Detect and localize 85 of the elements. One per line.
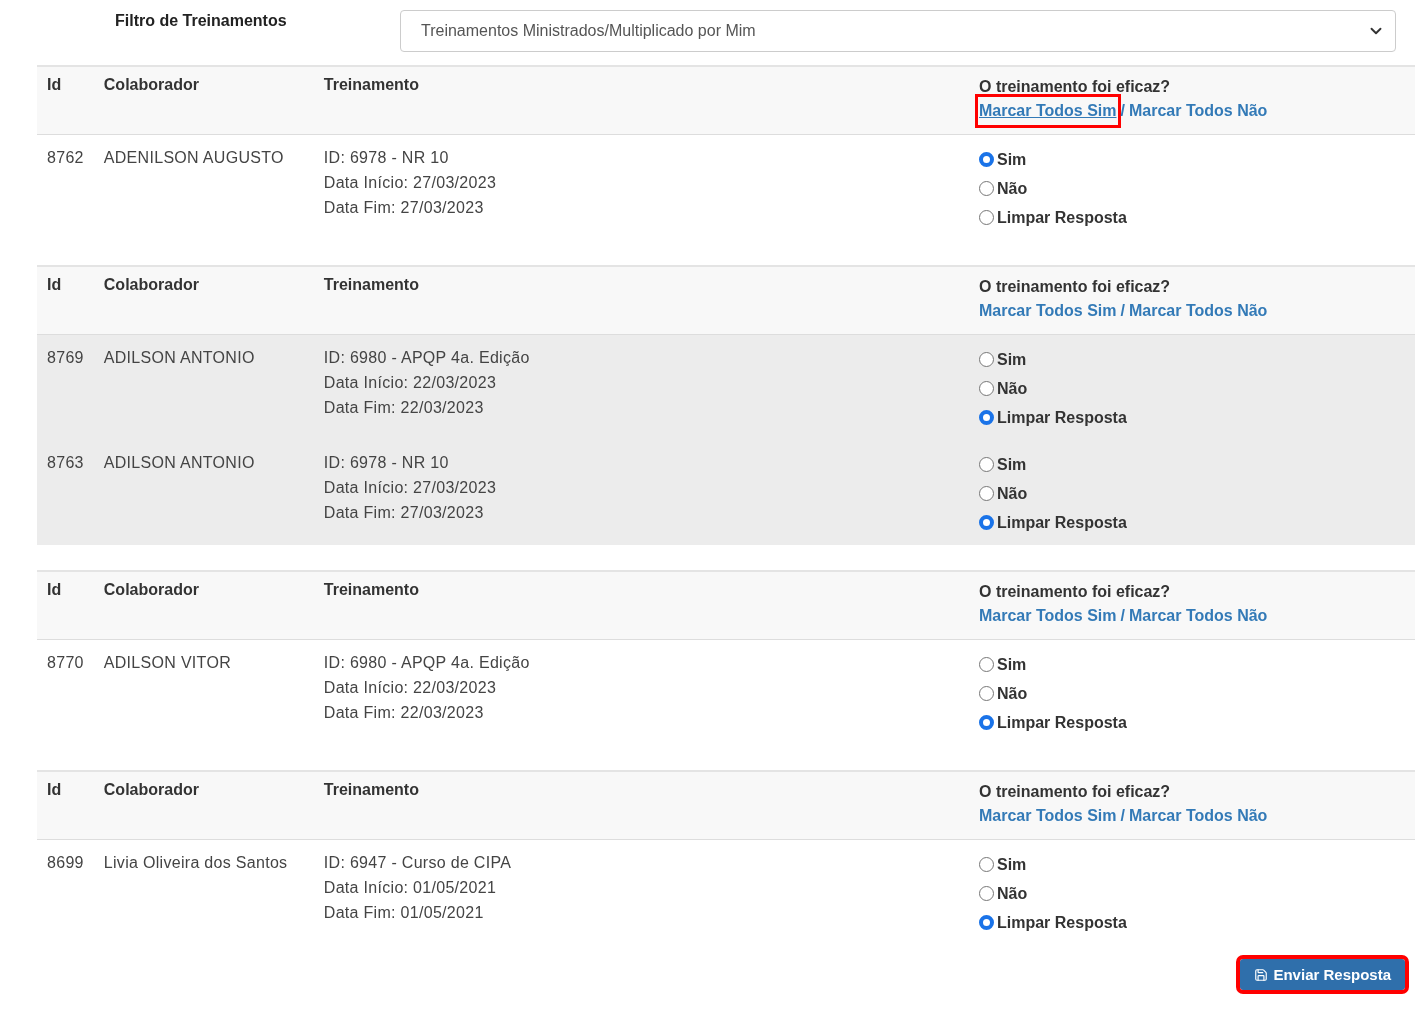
id-cell: 8763 [47, 454, 84, 471]
id-cell: 8769 [47, 349, 84, 366]
link-separator: / [1120, 101, 1125, 121]
mark-all-no-link[interactable]: Marcar Todos Não [1128, 298, 1268, 324]
radio-button[interactable] [979, 410, 994, 425]
training-detail: Data Início: 01/05/2021 [323, 878, 498, 898]
training-detail: Data Início: 22/03/2023 [323, 678, 498, 698]
link-separator: / [1120, 606, 1125, 626]
training-detail: ID: 6980 - APQP 4a. Edição [323, 348, 531, 368]
column-header: Id [47, 581, 62, 598]
radio-option[interactable]: Não [979, 374, 1405, 403]
radio-button[interactable] [979, 886, 994, 901]
id-cell: 8699 [47, 854, 84, 871]
column-header: Colaborador [103, 581, 199, 598]
column-header: Colaborador [103, 276, 199, 293]
radio-option[interactable]: Não [979, 879, 1405, 908]
radio-option[interactable]: Limpar Resposta [979, 908, 1405, 937]
radio-button[interactable] [979, 381, 994, 396]
radio-button[interactable] [979, 486, 994, 501]
training-detail: Data Fim: 01/05/2021 [323, 903, 485, 923]
radio-button[interactable] [979, 457, 994, 472]
radio-button[interactable] [979, 210, 994, 225]
collaborator-cell-text: Livia Oliveira dos Santos [103, 853, 289, 873]
radio-button[interactable] [979, 715, 994, 730]
radio-option[interactable]: Sim [979, 850, 1405, 879]
radio-option[interactable]: Sim [979, 145, 1405, 174]
radio-button[interactable] [979, 857, 994, 872]
question-header: O treinamento foi eficaz? [979, 277, 1172, 297]
question-header: O treinamento foi eficaz? [979, 77, 1172, 97]
filter-select[interactable]: Treinamentos Ministrados/Multiplicado por Mim [400, 10, 1396, 52]
column-header: Colaborador [103, 781, 199, 798]
training-detail: ID: 6980 - APQP 4a. Edição [323, 653, 531, 673]
radio-button[interactable] [979, 152, 994, 167]
training-detail: ID: 6978 - NR 10 [323, 148, 450, 168]
radio-button[interactable] [979, 181, 994, 196]
mark-all-no-link[interactable]: Marcar Todos Não [1128, 603, 1268, 629]
question-header: O treinamento foi eficaz? [979, 782, 1172, 802]
training-detail: Data Início: 27/03/2023 [323, 173, 498, 193]
radio-button[interactable] [979, 515, 994, 530]
training-detail: Data Fim: 22/03/2023 [323, 703, 485, 723]
column-header: Treinamento [323, 781, 419, 798]
column-header: Id [47, 76, 62, 93]
mark-all-yes-link[interactable]: Marcar Todos Sim [979, 603, 1117, 629]
radio-option[interactable]: Sim [979, 650, 1405, 679]
mark-all-no-link[interactable]: Marcar Todos Não [1128, 98, 1268, 124]
radio-button[interactable] [979, 686, 994, 701]
mark-all-yes-link[interactable]: Marcar Todos Sim [979, 803, 1117, 829]
training-detail: ID: 6978 - NR 10 [323, 453, 450, 473]
training-detail: Data Fim: 27/03/2023 [323, 198, 485, 218]
collaborator-cell-text: ADILSON ANTONIO [103, 348, 256, 368]
column-header: Treinamento [323, 581, 419, 598]
radio-option[interactable]: Sim [979, 450, 1405, 479]
radio-option[interactable]: Limpar Resposta [979, 708, 1405, 737]
radio-option[interactable]: Não [979, 479, 1405, 508]
radio-option[interactable]: Limpar Resposta [979, 508, 1405, 537]
training-detail: Data Início: 22/03/2023 [323, 373, 498, 393]
radio-option[interactable]: Não [979, 679, 1405, 708]
collaborator-cell-text: ADILSON ANTONIO [103, 453, 256, 473]
question-header: O treinamento foi eficaz? [979, 582, 1172, 602]
link-separator: / [1120, 806, 1125, 826]
column-header: Id [47, 781, 62, 798]
collaborator-cell-text: ADILSON VITOR [103, 653, 232, 673]
radio-button[interactable] [979, 915, 994, 930]
save-icon [1254, 967, 1269, 982]
collaborator-cell-text: ADENILSON AUGUSTO [103, 148, 285, 168]
training-detail: Data Fim: 27/03/2023 [323, 503, 485, 523]
radio-option[interactable]: Sim [979, 345, 1405, 374]
column-header: Treinamento [323, 76, 419, 93]
radio-button[interactable] [979, 657, 994, 672]
mark-all-no-link[interactable]: Marcar Todos Não [1128, 803, 1268, 829]
radio-option[interactable]: Não [979, 174, 1405, 203]
filter-label: Filtro de Treinamentos [114, 11, 288, 30]
training-detail: Data Fim: 22/03/2023 [323, 398, 485, 418]
training-detail: ID: 6947 - Curso de CIPA [323, 853, 513, 873]
id-cell: 8762 [47, 149, 84, 166]
radio-option[interactable]: Limpar Resposta [979, 203, 1405, 232]
mark-all-yes-link[interactable]: Marcar Todos Sim [979, 298, 1117, 324]
column-header: Treinamento [323, 276, 419, 293]
column-header: Id [47, 276, 62, 293]
training-detail: Data Início: 27/03/2023 [323, 478, 498, 498]
radio-option[interactable]: Limpar Resposta [979, 403, 1405, 432]
radio-button[interactable] [979, 352, 994, 367]
id-cell: 8770 [47, 654, 84, 671]
column-header: Colaborador [103, 76, 199, 93]
link-separator: / [1120, 301, 1125, 321]
